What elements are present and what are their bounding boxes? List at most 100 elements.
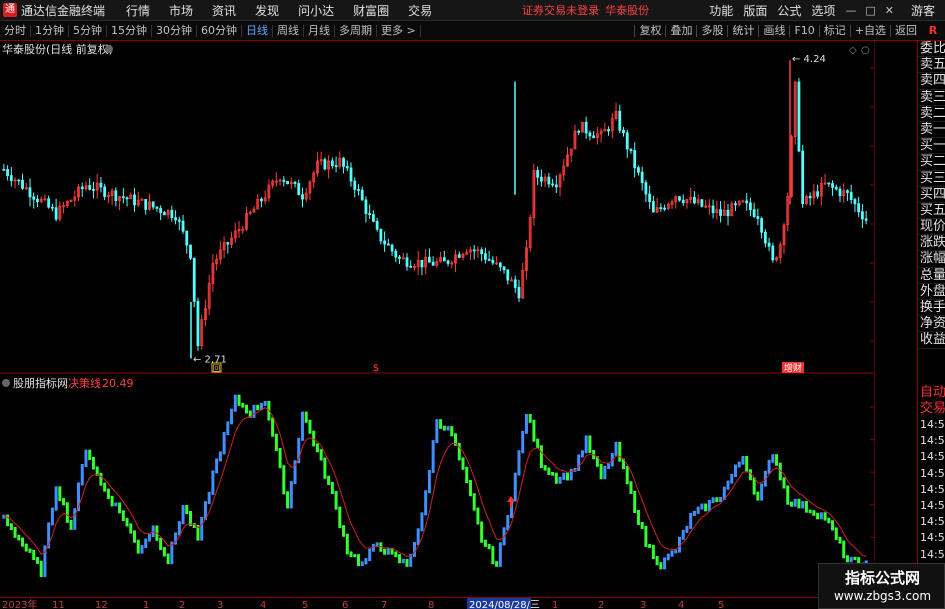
candle-body	[301, 194, 304, 200]
tool-button-7[interactable]: +自选	[849, 25, 890, 37]
indicator-bar	[356, 554, 360, 567]
guest-label[interactable]: 游客	[911, 2, 935, 19]
tool-button-0[interactable]: 复权	[634, 25, 665, 37]
period-tab-2[interactable]: 5分钟	[69, 24, 107, 37]
candle-body	[357, 189, 360, 191]
candle-body	[584, 121, 588, 134]
price-panel-settings-icon[interactable]	[105, 45, 113, 53]
tool-button-6[interactable]: 标记	[818, 25, 850, 37]
candle-body	[853, 199, 857, 205]
tool-button-5[interactable]: F10	[789, 25, 818, 37]
candle-body	[398, 256, 401, 259]
menu-item-trade[interactable]: 交易	[408, 2, 432, 19]
indicator-bar	[103, 482, 107, 492]
indicator-bar	[54, 486, 58, 511]
menu-item-discover[interactable]: 发现	[255, 2, 279, 19]
candle-body	[286, 181, 289, 185]
candle-body	[797, 81, 801, 152]
candle-body	[390, 244, 394, 252]
period-tab-1[interactable]: 1分钟	[31, 24, 69, 37]
menu-item-layout[interactable]: 版面	[743, 2, 767, 19]
r-corner-button[interactable]: R	[921, 21, 945, 41]
indicator-bar	[147, 534, 151, 542]
indicator-bar	[651, 544, 655, 560]
candle-body	[32, 196, 36, 200]
period-tab-9[interactable]: 多周期	[335, 24, 377, 37]
indicator-bar	[730, 473, 734, 484]
indicator-bar	[599, 463, 603, 480]
menu-item-ask[interactable]: 问小达	[298, 2, 334, 19]
candle-body	[622, 129, 625, 134]
candle-body	[678, 196, 681, 201]
indicator-bar	[215, 458, 219, 474]
menu-item-formula[interactable]: 公式	[777, 2, 801, 19]
quote-label-13: 涨幅	[918, 251, 945, 268]
indicator-bar	[360, 561, 364, 567]
indicator-bar	[159, 537, 163, 550]
period-tab-4[interactable]: 30分钟	[152, 24, 197, 37]
indicator-bar	[524, 414, 528, 434]
kline-and-indicator-charts[interactable]: 4.204.003.803.603.403.203.002.80华泰股份(日线 …	[0, 41, 875, 597]
ind-settings-icon[interactable]	[2, 379, 10, 387]
indicator-bar	[692, 510, 696, 516]
candle-body	[834, 186, 838, 190]
quote-label-3: 卖三	[918, 89, 945, 106]
tool-button-1[interactable]: 叠加	[665, 25, 696, 37]
indicator-bar	[32, 549, 36, 561]
login-notice[interactable]: 证券交易未登录	[522, 2, 599, 18]
indicator-bar	[685, 525, 689, 533]
period-tab-5[interactable]: 60分钟	[197, 24, 242, 37]
indicator-bar	[584, 435, 588, 454]
date-tick-9: 7	[381, 600, 387, 609]
quote-label-10: 买五	[918, 202, 945, 220]
auto-trade-label-1[interactable]: 交易	[918, 401, 945, 417]
menu-item-news[interactable]: 资讯	[212, 2, 236, 19]
indicator-bar	[69, 519, 73, 530]
indicator-bar	[745, 455, 749, 473]
close-icon[interactable]: ✕	[885, 4, 894, 17]
period-tab-3[interactable]: 15分钟	[107, 24, 152, 37]
tool-button-8[interactable]: 返回	[890, 25, 921, 37]
indicator-bar	[218, 451, 222, 462]
menu-item-function[interactable]: 功能	[709, 2, 733, 19]
menu-item-wealth[interactable]: 财富圈	[353, 2, 389, 19]
period-tab-8[interactable]: 月线	[304, 24, 335, 37]
candle-body	[155, 206, 159, 209]
app-title: 通达信金融终端	[21, 3, 106, 18]
period-tab-6[interactable]: 日线	[242, 24, 273, 37]
indicator-bar	[28, 548, 32, 553]
auto-trade-label-0[interactable]: 自动	[918, 385, 945, 401]
date-tick-6: 4	[260, 600, 266, 609]
tool-button-2[interactable]: 多股	[696, 25, 727, 37]
candle-body	[745, 200, 749, 204]
quote-label-15: 外盘	[918, 283, 945, 300]
indicator-bar	[554, 472, 558, 484]
candle-body	[506, 269, 510, 281]
candle-body	[21, 179, 24, 189]
indicator-bar	[289, 481, 293, 509]
period-tab-10[interactable]: 更多 >	[377, 24, 421, 37]
indicator-bar	[222, 431, 226, 455]
tool-button-3[interactable]: 统计	[727, 25, 758, 37]
period-tab-0[interactable]: 分时	[0, 24, 31, 37]
menu-item-options[interactable]: 选项	[811, 2, 835, 19]
maximize-icon[interactable]: □	[865, 4, 875, 17]
quote-label-1: 卖五	[918, 57, 945, 74]
tool-button-4[interactable]: 画线	[758, 25, 789, 37]
candle-body	[2, 168, 6, 171]
quote-label-8: 买三	[918, 170, 945, 187]
date-tick-4: 2	[179, 600, 185, 609]
quote-label-6: 买一	[918, 138, 945, 155]
indicator-bar	[831, 520, 835, 531]
minimize-icon[interactable]: —	[845, 4, 856, 17]
menu-item-market2[interactable]: 市场	[169, 2, 193, 19]
indicator-bar	[472, 493, 476, 511]
candle-body	[663, 207, 666, 210]
candle-body	[80, 186, 84, 190]
menu-item-market[interactable]: 行情	[126, 2, 150, 19]
date-tick-2: 12	[95, 600, 108, 609]
period-tab-7[interactable]: 周线	[273, 24, 304, 37]
indicator-bar	[558, 476, 562, 484]
indicator-bar	[282, 465, 286, 495]
candle-body	[752, 209, 756, 217]
